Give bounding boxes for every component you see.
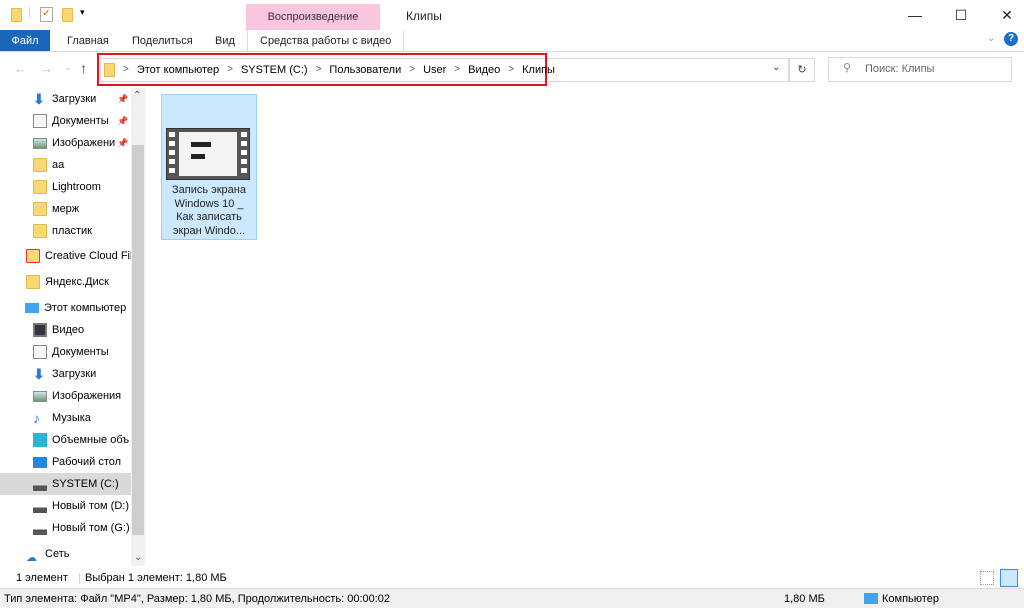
minimize-button[interactable]: —	[892, 0, 938, 30]
crumb[interactable]: User	[423, 58, 446, 82]
documents-icon	[33, 345, 47, 359]
crumb[interactable]: Пользователи	[329, 58, 401, 82]
nav-item[interactable]: ⬇ Загрузки 📌	[0, 88, 131, 110]
nav-item[interactable]: Рабочий стол	[0, 451, 131, 473]
scroll-up-icon[interactable]: ⌃	[133, 90, 141, 101]
nav-item[interactable]: Объемные объ	[0, 429, 131, 451]
system-drive-icon	[33, 477, 47, 491]
refresh-button[interactable]: ↻	[789, 58, 815, 82]
nav-item[interactable]: aa	[0, 154, 131, 176]
nav-item[interactable]: Новый том (G:)	[0, 517, 131, 539]
window-title: Клипы	[406, 9, 442, 23]
tab-video-tools[interactable]: Средства работы с видео	[247, 30, 405, 52]
selection-info: Выбран 1 элемент: 1,80 МБ	[85, 572, 227, 584]
network-icon: ☁	[26, 552, 37, 564]
new-folder-icon[interactable]	[62, 8, 73, 22]
location: Компьютер	[882, 593, 939, 605]
search-input[interactable]: Поиск: Клипы	[828, 57, 1012, 82]
crumb[interactable]: Клипы	[522, 58, 555, 82]
nav-item[interactable]: Видео	[0, 319, 131, 341]
title-bar: | ✓ ▾ Воспроизведение Клипы — ☐ ✕	[0, 0, 1024, 30]
properties-icon[interactable]: ✓	[40, 7, 53, 22]
folder-icon	[33, 180, 47, 194]
folder-icon	[104, 63, 115, 77]
documents-icon	[33, 114, 47, 128]
nav-item[interactable]: Документы 📌	[0, 110, 131, 132]
close-button[interactable]: ✕	[984, 0, 1024, 30]
computer-icon	[864, 593, 878, 604]
nav-item[interactable]: ♪ Музыка	[0, 407, 131, 429]
nav-item[interactable]: Изображения	[0, 385, 131, 407]
nav-item[interactable]: Изображени 📌	[0, 132, 131, 154]
scroll-down-icon[interactable]: ⌄	[134, 552, 142, 563]
scrollbar-thumb[interactable]	[132, 145, 144, 535]
customize-toolbar-icon[interactable]: ▾	[80, 7, 85, 18]
nav-item[interactable]: ⬇ Загрузки	[0, 363, 131, 385]
pin-icon: 📌	[117, 116, 129, 126]
crumb[interactable]: Видео	[468, 58, 500, 82]
nav-item[interactable]: мерж	[0, 198, 131, 220]
folder-icon	[33, 202, 47, 216]
tab-view[interactable]: Вид	[203, 30, 247, 52]
item-count: 1 элемент	[16, 572, 68, 584]
tab-home[interactable]: Главная	[55, 30, 121, 52]
desktop-icon	[33, 457, 47, 468]
breadcrumb[interactable]: > Этот компьютер > SYSTEM (C:) > Пользовате…	[104, 58, 555, 82]
drive-icon	[33, 499, 47, 513]
back-button[interactable]: ←	[14, 61, 27, 76]
creative-cloud-icon	[26, 249, 40, 263]
context-tab-playback[interactable]: Воспроизведение	[246, 4, 380, 30]
nav-item-yandex-disk[interactable]: Яндекс.Диск	[0, 271, 131, 293]
maximize-button[interactable]: ☐	[938, 0, 984, 30]
download-icon: ⬇	[33, 366, 45, 382]
details-bar: Тип элемента: Файл "MP4", Размер: 1,80 М…	[0, 588, 1024, 608]
nav-item[interactable]: Документы	[0, 341, 131, 363]
video-thumbnail	[166, 128, 250, 180]
folder-icon	[11, 8, 22, 22]
tab-share[interactable]: Поделиться	[120, 30, 205, 52]
music-icon: ♪	[33, 410, 40, 426]
nav-item-this-pc[interactable]: Этот компьютер	[0, 297, 131, 319]
details-view-button[interactable]	[980, 571, 994, 585]
status-bar: 1 элемент | Выбран 1 элемент: 1,80 МБ	[0, 568, 1024, 588]
drive-icon	[33, 521, 47, 535]
pin-icon: 📌	[117, 94, 129, 104]
file-name: Запись экрана Windows 10 _ Как записать …	[171, 184, 246, 237]
nav-item[interactable]: Lightroom	[0, 176, 131, 198]
nav-item[interactable]: Новый том (D:)	[0, 495, 131, 517]
expand-ribbon-icon[interactable]: ⌄	[987, 33, 995, 44]
tab-file[interactable]: Файл	[0, 30, 50, 52]
folder-icon	[33, 158, 47, 172]
yandex-disk-icon	[26, 275, 40, 289]
forward-button[interactable]: →	[40, 61, 53, 76]
video-icon	[33, 323, 47, 337]
pictures-icon	[33, 138, 47, 149]
crumb[interactable]: SYSTEM (C:)	[241, 58, 308, 82]
help-icon[interactable]: ?	[1004, 32, 1018, 46]
search-icon: ⚲	[843, 62, 852, 74]
file-details: Тип элемента: Файл "MP4", Размер: 1,80 М…	[4, 593, 391, 605]
nav-item-network[interactable]: ☁ Сеть	[0, 543, 131, 565]
download-icon: ⬇	[33, 91, 45, 107]
3d-objects-icon	[33, 433, 47, 447]
nav-item[interactable]: пластик	[0, 220, 131, 242]
folder-icon	[33, 224, 47, 238]
pictures-icon	[33, 391, 47, 402]
large-icons-view-button[interactable]	[1000, 569, 1018, 587]
computer-icon	[25, 303, 39, 313]
file-size: 1,80 МБ	[784, 593, 825, 605]
pin-icon: 📌	[117, 138, 129, 148]
recent-locations-icon[interactable]: ⌄	[64, 62, 72, 73]
nav-item-creative-cloud[interactable]: Creative Cloud Fil	[0, 245, 131, 267]
crumb[interactable]: Этот компьютер	[137, 58, 219, 82]
address-dropdown-icon[interactable]: ⌄	[772, 62, 780, 73]
nav-item-selected[interactable]: SYSTEM (C:)	[0, 473, 131, 495]
up-button[interactable]: ↑	[80, 60, 87, 76]
navigation-pane: ⬇ Загрузки 📌 Документы 📌 Изображени 📌 aa Lig…	[0, 88, 131, 566]
